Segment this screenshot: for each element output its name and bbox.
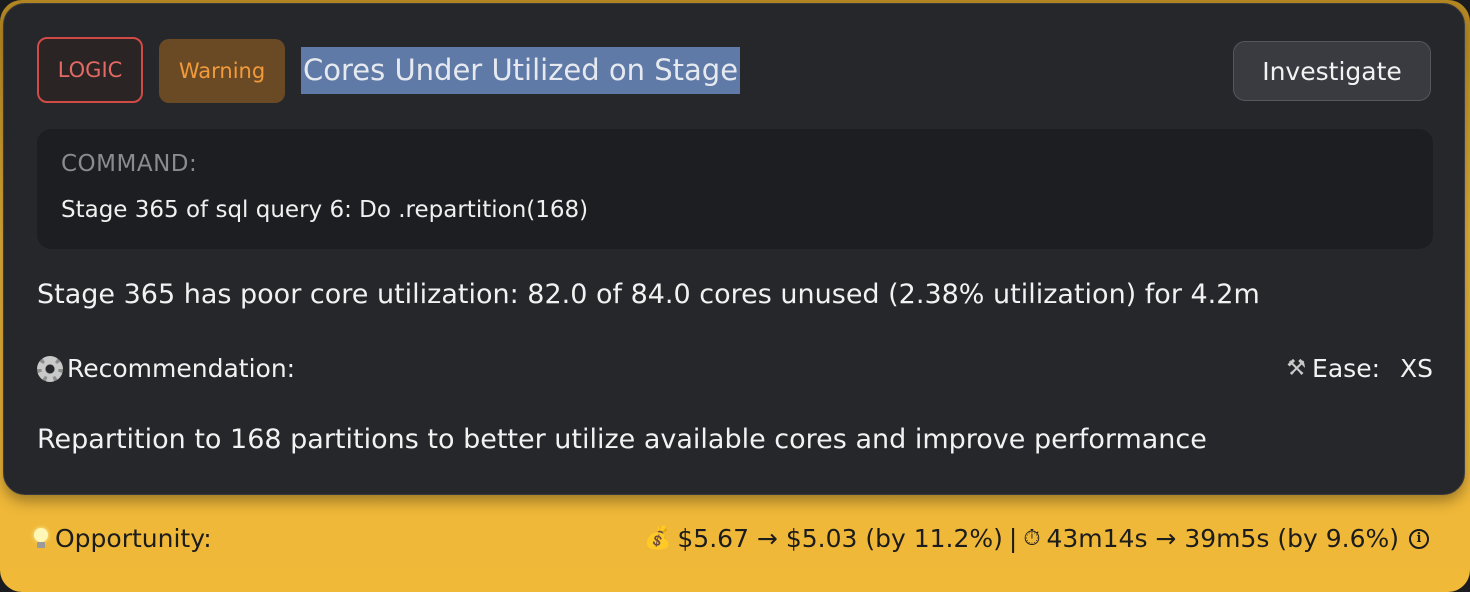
- cost-savings: $5.67 → $5.03 (by 11.2%): [677, 524, 1003, 553]
- light-bulb-icon: [33, 527, 49, 550]
- command-text: Stage 365 of sql query 6: Do .repartitio…: [61, 197, 589, 223]
- ease-label: Ease:: [1312, 354, 1380, 383]
- opportunity-label: Opportunity:: [55, 524, 212, 553]
- recommendation-label: Recommendation:: [67, 354, 296, 383]
- recommendation-header: Recommendation: ⚒ Ease: XS: [37, 354, 1433, 390]
- opportunity-values: 💰 $5.67 → $5.03 (by 11.2%) | ⏱ 43m14s → …: [644, 524, 1429, 553]
- info-icon[interactable]: i: [1409, 528, 1429, 549]
- gear-icon: [37, 355, 63, 382]
- separator: |: [1008, 524, 1018, 553]
- insight-panel: Opportunity: 💰 $5.67 → $5.03 (by 11.2%) …: [0, 0, 1470, 592]
- recommendation-text: Repartition to 168 partitions to better …: [37, 424, 1207, 455]
- ease-group: ⚒ Ease: XS: [1286, 354, 1433, 383]
- stopwatch-icon: ⏱: [1023, 526, 1041, 551]
- ease-value: XS: [1400, 354, 1433, 383]
- opportunity-row: Opportunity: 💰 $5.67 → $5.03 (by 11.2%) …: [33, 524, 1429, 562]
- time-savings: 43m14s → 39m5s (by 9.6%): [1046, 524, 1399, 553]
- insight-title: Cores Under Utilized on Stage: [301, 47, 741, 94]
- category-tag: LOGIC: [37, 37, 143, 103]
- insight-card: LOGIC Warning Cores Under Utilized on St…: [3, 3, 1465, 495]
- insight-description: Stage 365 has poor core utilization: 82.…: [37, 279, 1260, 310]
- command-label: COMMAND:: [61, 151, 198, 177]
- command-box: COMMAND: Stage 365 of sql query 6: Do .r…: [37, 129, 1433, 249]
- recommendation-label-group: Recommendation:: [37, 354, 295, 383]
- investigate-button[interactable]: Investigate: [1233, 41, 1431, 101]
- money-bag-icon: 💰: [644, 526, 672, 551]
- opportunity-label-group: Opportunity:: [33, 524, 212, 553]
- hammer-icon: ⚒: [1286, 356, 1307, 381]
- severity-tag: Warning: [159, 39, 285, 103]
